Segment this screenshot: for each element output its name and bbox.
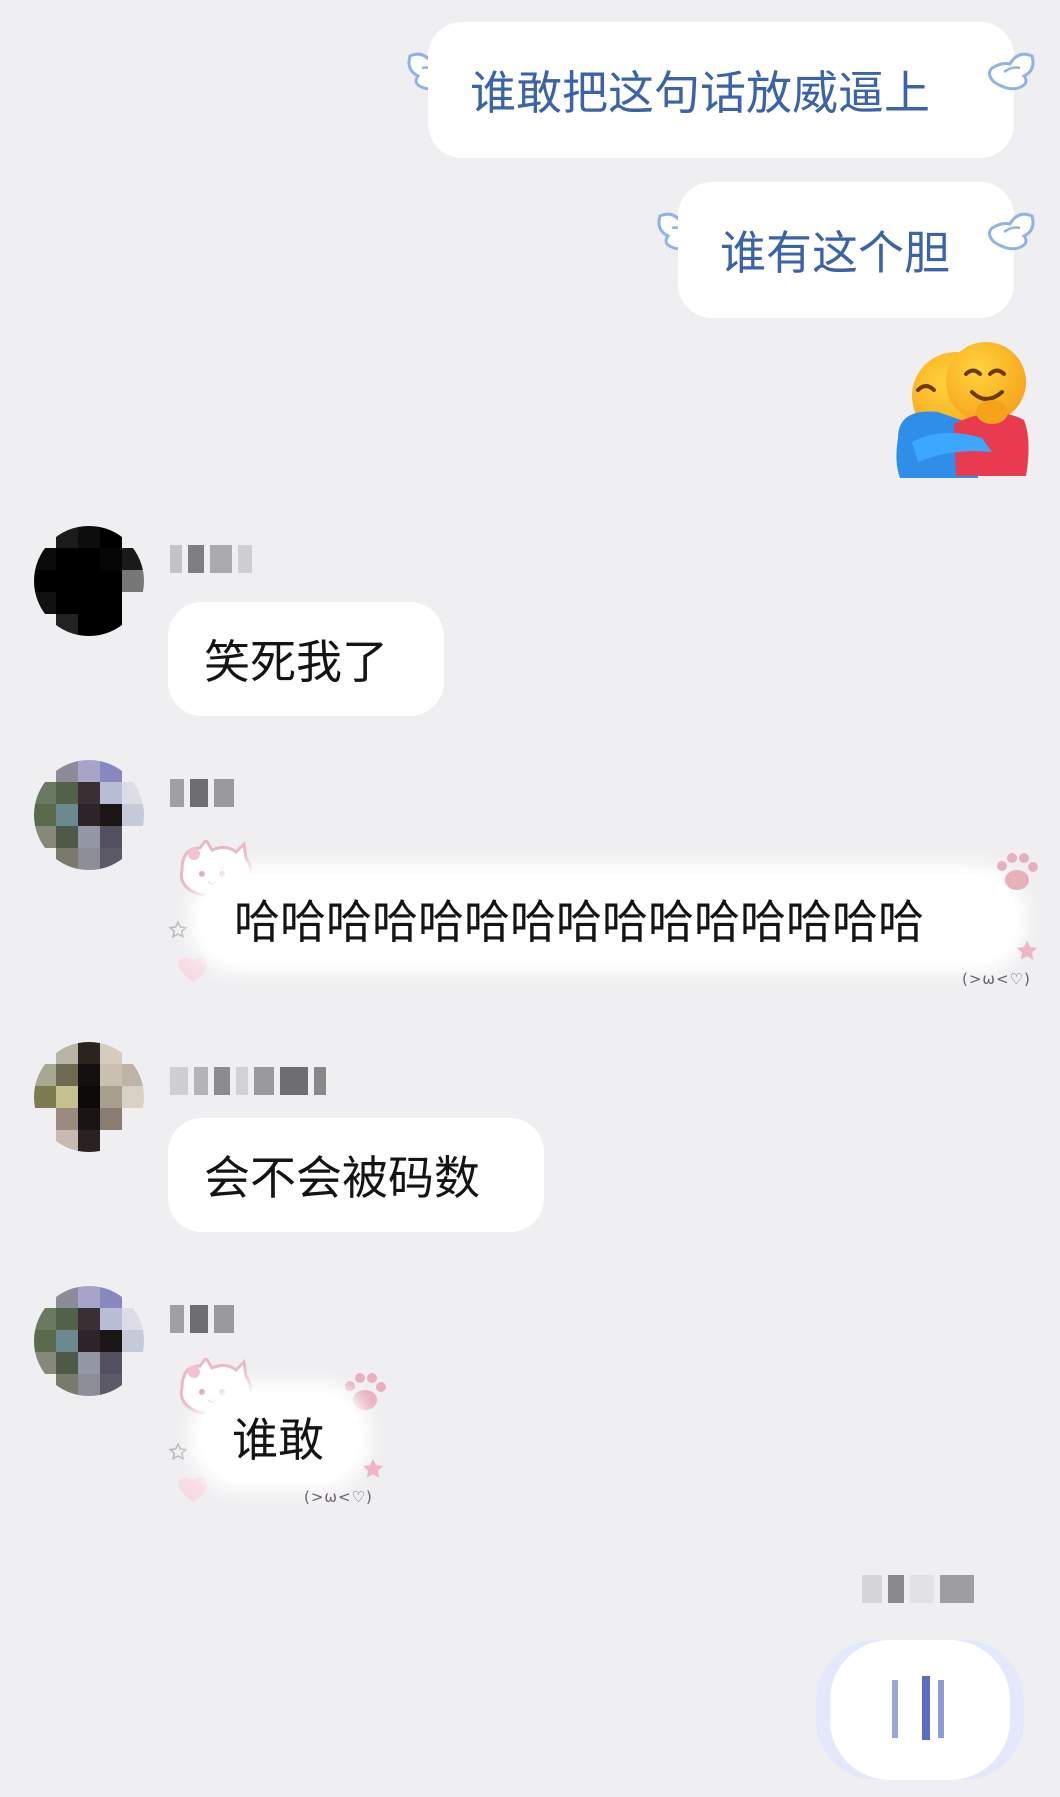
blurred-content [938,1680,944,1738]
username-pixelated [170,1304,234,1334]
paw-icon [997,853,1038,890]
username-pixelated [862,1574,974,1604]
incoming-message-bubble[interactable]: 笑死我了 [168,602,444,716]
avatar[interactable] [34,1286,144,1396]
blurred-content [922,1676,930,1740]
avatar[interactable] [34,1042,144,1152]
incoming-message-bubble[interactable]: 会不会被码数 [168,1118,544,1232]
incoming-message-bubble[interactable]: 谁敢 [200,1392,360,1482]
incoming-message-bubble[interactable]: 哈哈哈哈哈哈哈哈哈哈哈哈哈哈哈 [200,874,1016,964]
message-text: 哈哈哈哈哈哈哈哈哈哈哈哈哈哈哈 [234,895,924,949]
username-pixelated [170,778,234,808]
message-text: 会不会被码数 [204,1151,480,1205]
message-text: 笑死我了 [204,635,388,689]
avatar[interactable] [34,760,144,870]
outgoing-message-bubble[interactable]: 谁敢把这句话放威逼上 [428,22,1014,158]
avatar[interactable] [34,526,144,636]
star-outline-icon [168,920,188,939]
star-icon [1016,940,1038,960]
wing-right-icon [984,206,1038,256]
star-icon [362,1458,384,1478]
heart-icon [178,1477,208,1502]
wing-right-icon [984,46,1038,96]
kaomoji-decoration: (>ω<♡) [304,1488,373,1506]
outgoing-message-bubble[interactable]: 谁有这个胆 [678,182,1014,318]
blurred-content [892,1680,898,1738]
heart-icon [178,957,208,982]
message-text: 谁敢 [232,1413,324,1467]
username-pixelated [170,1066,326,1096]
star-outline-icon [168,1442,188,1461]
partial-message-bubble[interactable] [830,1640,1010,1780]
kaomoji-decoration: (>ω<♡) [962,970,1031,988]
hugging-emoji-icon[interactable] [894,342,1030,478]
message-text: 谁有这个胆 [720,226,950,280]
username-pixelated [170,544,252,574]
message-text: 谁敢把这句话放威逼上 [470,66,930,120]
